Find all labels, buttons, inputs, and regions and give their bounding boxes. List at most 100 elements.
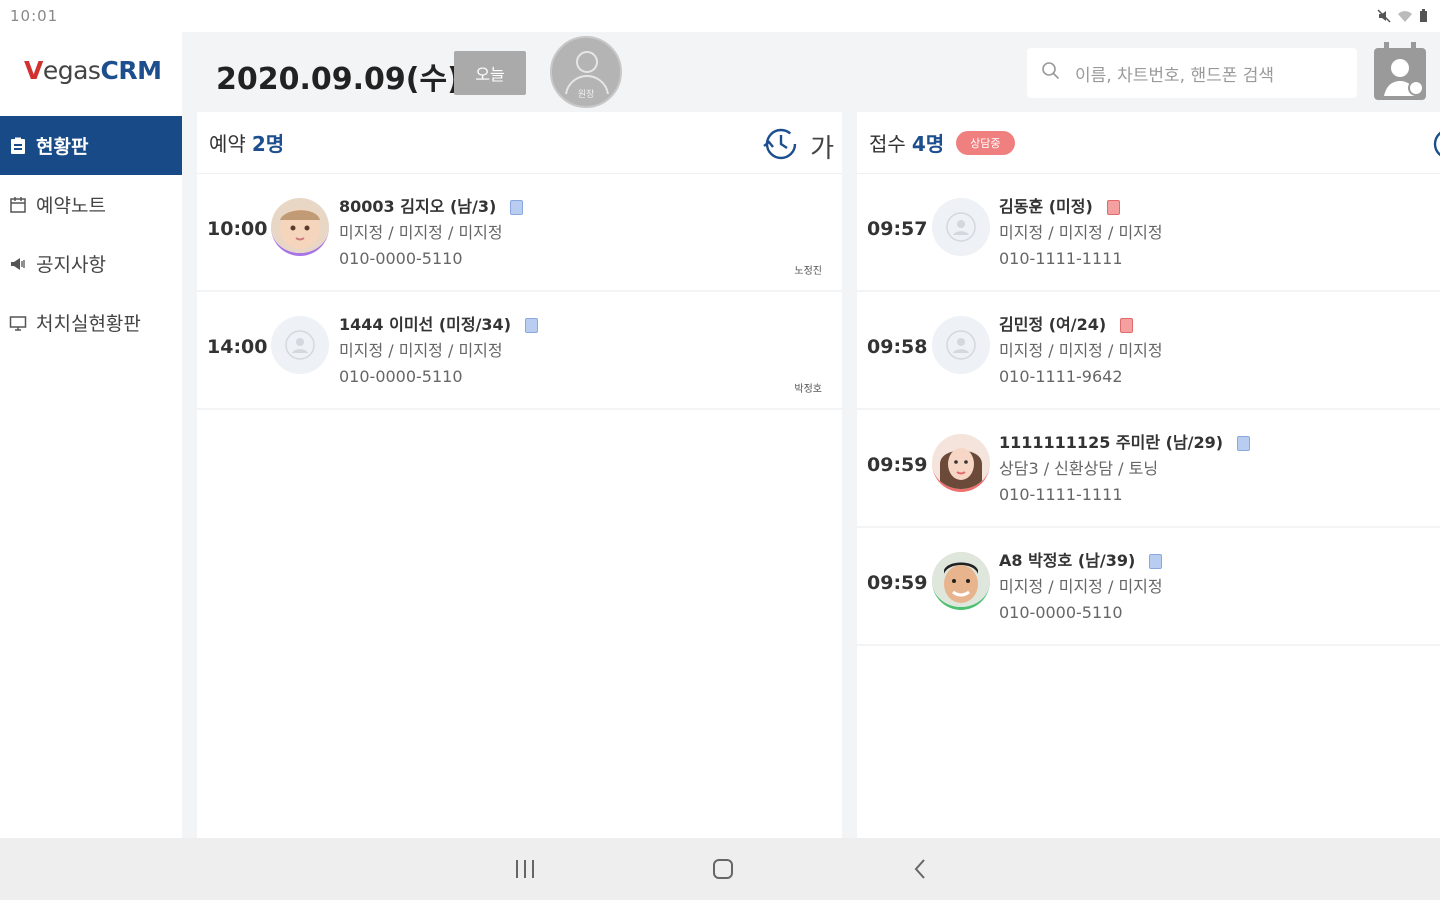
patient-category: 미지정 / 미지정 / 미지정 bbox=[339, 223, 503, 242]
search-placeholder: 이름, 차트번호, 핸드폰 검색 bbox=[1075, 65, 1275, 86]
patient-photo bbox=[932, 552, 990, 610]
sidebar-item-label: 예약노트 bbox=[36, 195, 106, 217]
patient-name: A8 박정호 (남/39) bbox=[999, 551, 1136, 570]
font-size-toggle[interactable]: 가 bbox=[810, 128, 834, 165]
patient-info: 1444 이미선 (미정/34) 미지정 / 미지정 / 미지정 010-000… bbox=[339, 312, 539, 390]
reservation-count: 2명 bbox=[251, 132, 285, 156]
patient-info: 김동훈 (미정) 미지정 / 미지정 / 미지정 010-1111-1111 bbox=[999, 194, 1163, 272]
system-icons bbox=[1377, 8, 1428, 27]
patient-name: 김동훈 (미정) bbox=[999, 197, 1093, 216]
refresh-icon[interactable] bbox=[1430, 126, 1440, 167]
row-time: 10:00 bbox=[207, 218, 268, 240]
patient-name-row: 1111111125 주미란 (남/29) bbox=[999, 430, 1251, 456]
reception-title: 접수 bbox=[869, 132, 906, 156]
sidebar-item-treatment-board[interactable]: 처치실현황판 bbox=[0, 293, 182, 352]
memo-icon[interactable] bbox=[1237, 435, 1251, 451]
reservation-header: 예약 2명 가 bbox=[197, 112, 842, 174]
reservation-panel: 예약 2명 가 10:00 80003 김지오 (남/3) 미지정 / 미지정 … bbox=[197, 112, 842, 838]
reservation-title: 예약 bbox=[209, 132, 246, 156]
patient-name: 80003 김지오 (남/3) bbox=[339, 197, 497, 216]
patient-phone: 010-1111-1111 bbox=[999, 485, 1123, 504]
search-input[interactable]: 이름, 차트번호, 핸드폰 검색 bbox=[1027, 48, 1357, 98]
user-calendar-icon[interactable] bbox=[1372, 40, 1428, 102]
staff-tag: 노정진 bbox=[794, 266, 822, 277]
memo-icon[interactable] bbox=[525, 317, 539, 333]
today-button[interactable]: 오늘 bbox=[454, 51, 526, 95]
patient-info: 80003 김지오 (남/3) 미지정 / 미지정 / 미지정 010-0000… bbox=[339, 194, 524, 272]
patient-info: 1111111125 주미란 (남/29) 상담3 / 신환상담 / 토닝 01… bbox=[999, 430, 1251, 508]
history-icon[interactable] bbox=[762, 126, 798, 167]
patient-name-row: 1444 이미선 (미정/34) bbox=[339, 312, 539, 338]
back-icon[interactable] bbox=[908, 856, 934, 882]
patient-category: 미지정 / 미지정 / 미지정 bbox=[339, 341, 503, 360]
row-time: 09:58 bbox=[867, 336, 928, 358]
patient-name-row: A8 박정호 (남/39) bbox=[999, 548, 1163, 574]
row-time: 09:59 bbox=[867, 454, 928, 476]
status-bar: 10:01 bbox=[0, 0, 1440, 32]
patient-phone: 010-0000-5110 bbox=[339, 249, 463, 268]
reception-panel: 접수 4명 상담중 09:57 김동훈 (미정) 미지정 / 미지정 / 미지정… bbox=[857, 112, 1440, 838]
row-time: 14:00 bbox=[207, 336, 268, 358]
patient-info: A8 박정호 (남/39) 미지정 / 미지정 / 미지정 010-0000-5… bbox=[999, 548, 1163, 626]
patient-name-row: 김동훈 (미정) bbox=[999, 194, 1163, 220]
sidebar-item-notice[interactable]: 공지사항 bbox=[0, 234, 182, 293]
sidebar-item-dashboard[interactable]: 현황판 bbox=[0, 116, 182, 175]
sidebar: VegasCRM 현황판 예약노트 공지사항 처치실현황판 bbox=[0, 32, 182, 838]
patient-avatar-placeholder-icon bbox=[932, 198, 990, 256]
board-icon bbox=[8, 136, 28, 156]
patient-category: 미지정 / 미지정 / 미지정 bbox=[999, 341, 1163, 360]
patient-photo bbox=[932, 434, 990, 492]
patient-avatar-placeholder-icon bbox=[271, 316, 329, 374]
current-date[interactable]: 2020.09.09(수) bbox=[216, 54, 461, 98]
patient-avatar-placeholder-icon bbox=[932, 316, 990, 374]
memo-icon[interactable] bbox=[1149, 553, 1163, 569]
patient-phone: 010-0000-5110 bbox=[339, 367, 463, 386]
reception-tools bbox=[1430, 126, 1440, 167]
calendar-icon bbox=[8, 195, 28, 215]
patient-name: 1111111125 주미란 (남/29) bbox=[999, 433, 1224, 452]
staff-tag: 박정호 bbox=[794, 384, 822, 395]
sidebar-item-label: 현황판 bbox=[36, 136, 89, 158]
patient-phone: 010-1111-1111 bbox=[999, 249, 1123, 268]
reservation-tools: 가 bbox=[762, 126, 834, 167]
patient-name: 김민정 (여/24) bbox=[999, 315, 1107, 334]
wifi-icon bbox=[1397, 8, 1413, 27]
reception-count: 4명 bbox=[911, 132, 945, 156]
search-icon bbox=[1041, 61, 1061, 85]
recent-apps-icon[interactable] bbox=[512, 856, 538, 882]
monitor-icon bbox=[8, 313, 28, 333]
sidebar-nav: 현황판 예약노트 공지사항 처치실현황판 bbox=[0, 116, 182, 352]
system-navigation-bar bbox=[0, 838, 1440, 900]
megaphone-icon bbox=[8, 254, 28, 274]
reception-row[interactable]: 09:59 1111111125 주미란 (남/29) 상담3 / 신환상담 /… bbox=[857, 410, 1440, 528]
patient-category: 상담3 / 신환상담 / 토닝 bbox=[999, 459, 1159, 478]
patient-info: 김민정 (여/24) 미지정 / 미지정 / 미지정 010-1111-9642 bbox=[999, 312, 1163, 390]
reservation-row[interactable]: 10:00 80003 김지오 (남/3) 미지정 / 미지정 / 미지정 01… bbox=[197, 174, 842, 292]
patient-category: 미지정 / 미지정 / 미지정 bbox=[999, 223, 1163, 242]
sidebar-item-reservation-note[interactable]: 예약노트 bbox=[0, 175, 182, 234]
reservation-row[interactable]: 14:00 1444 이미선 (미정/34) 미지정 / 미지정 / 미지정 0… bbox=[197, 292, 842, 410]
home-icon[interactable] bbox=[710, 856, 736, 882]
patient-phone: 010-0000-5110 bbox=[999, 603, 1123, 622]
row-time: 09:57 bbox=[867, 218, 928, 240]
reception-row[interactable]: 09:57 김동훈 (미정) 미지정 / 미지정 / 미지정 010-1111-… bbox=[857, 174, 1440, 292]
battery-icon bbox=[1419, 8, 1428, 27]
reception-row[interactable]: 09:59 A8 박정호 (남/39) 미지정 / 미지정 / 미지정 010-… bbox=[857, 528, 1440, 646]
memo-icon[interactable] bbox=[510, 199, 524, 215]
reception-header: 접수 4명 상담중 bbox=[857, 112, 1440, 174]
patient-name-row: 김민정 (여/24) bbox=[999, 312, 1163, 338]
vegascrm-logo[interactable]: VegasCRM bbox=[24, 56, 162, 85]
memo-icon[interactable] bbox=[1106, 199, 1120, 215]
header: 2020.09.09(수) 오늘 원장 이름, 차트번호, 핸드폰 검색 bbox=[182, 32, 1440, 112]
row-time: 09:59 bbox=[867, 572, 928, 594]
status-badge[interactable]: 상담중 bbox=[956, 130, 1015, 155]
reception-row[interactable]: 09:58 김민정 (여/24) 미지정 / 미지정 / 미지정 010-111… bbox=[857, 292, 1440, 410]
patient-name: 1444 이미선 (미정/34) bbox=[339, 315, 512, 334]
memo-icon[interactable] bbox=[1120, 317, 1134, 333]
mute-icon bbox=[1377, 8, 1391, 27]
patient-name-row: 80003 김지오 (남/3) bbox=[339, 194, 524, 220]
patient-photo bbox=[271, 198, 329, 256]
sidebar-item-label: 처치실현황판 bbox=[36, 313, 141, 335]
doctor-avatar[interactable]: 원장 bbox=[550, 36, 622, 108]
sidebar-item-label: 공지사항 bbox=[36, 254, 106, 276]
